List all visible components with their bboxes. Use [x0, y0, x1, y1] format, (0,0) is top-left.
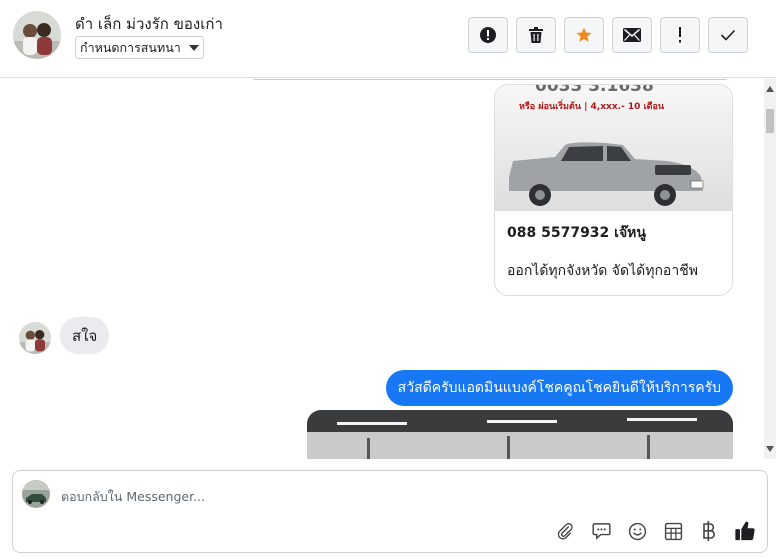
payment-button[interactable] — [697, 519, 721, 543]
scroll-up-arrow-icon[interactable] — [766, 86, 774, 92]
follow-up-button[interactable] — [660, 17, 700, 53]
email-button[interactable] — [612, 17, 652, 53]
smiley-icon — [628, 522, 646, 540]
checkmark-icon — [720, 29, 736, 41]
sender-avatar — [19, 322, 51, 354]
mark-spam-button[interactable] — [468, 17, 508, 53]
mark-done-button[interactable] — [708, 17, 748, 53]
chat-bubble-icon — [591, 523, 611, 540]
star-icon — [576, 27, 592, 42]
attach-button[interactable] — [553, 519, 577, 543]
card-phone: 088 5577932 เจ๊หนู — [507, 225, 646, 241]
contact-avatar[interactable] — [13, 11, 61, 59]
message-thread[interactable]: 0033 3.1638 หรือ ผ่อนเริ่มต้น | 4,xxx.- … — [0, 79, 764, 459]
previous-message-edge — [248, 79, 732, 80]
thread-scrollbar[interactable] — [764, 79, 776, 459]
outgoing-image[interactable] — [307, 410, 733, 459]
svg-text:0033 3.1638: 0033 3.1638 — [535, 85, 654, 96]
contact-name: ดำ เล็ก ม่วงรัก ของเก่า — [75, 15, 223, 33]
shared-post-card[interactable]: 0033 3.1638 หรือ ผ่อนเริ่มต้น | 4,xxx.- … — [494, 84, 733, 296]
thumbs-up-icon — [735, 521, 755, 541]
table-icon — [664, 522, 682, 540]
star-button[interactable] — [564, 17, 604, 53]
saved-replies-button[interactable] — [589, 519, 613, 543]
reply-input[interactable] — [61, 485, 661, 507]
card-description: ออกได้ทุกจังหวัด จัดได้ทุกอาชีพ — [507, 263, 698, 279]
page-avatar — [22, 480, 50, 508]
scroll-thumb[interactable] — [766, 109, 774, 133]
trash-icon — [529, 27, 543, 43]
delete-button[interactable] — [516, 17, 556, 53]
appointment-button[interactable] — [661, 519, 685, 543]
caret-down-icon — [188, 44, 199, 51]
envelope-icon — [623, 28, 641, 42]
outgoing-message[interactable]: สวัสดีครับแอดมินแบงค์โชคคูณโชคยินดีให้บร… — [385, 370, 733, 406]
exclamation-circle-icon — [480, 27, 496, 43]
emoji-button[interactable] — [625, 519, 649, 543]
reply-composer — [12, 470, 768, 553]
paperclip-icon — [557, 523, 573, 540]
baht-icon — [703, 521, 715, 541]
truck-ad-image: 0033 3.1638 หรือ ผ่อนเริ่มต้น | 4,xxx.- … — [495, 85, 732, 211]
like-button[interactable] — [733, 519, 757, 543]
conversation-header: ดำ เล็ก ม่วงรัก ของเก่า กำหนดการสนทนา — [0, 0, 776, 78]
assign-conversation-dropdown[interactable]: กำหนดการสนทนา — [75, 36, 204, 59]
incoming-message[interactable]: สใจ — [60, 317, 110, 354]
assign-label: กำหนดการสนทนา — [80, 39, 181, 55]
scroll-down-arrow-icon[interactable] — [766, 446, 774, 452]
exclamation-icon — [679, 27, 681, 43]
